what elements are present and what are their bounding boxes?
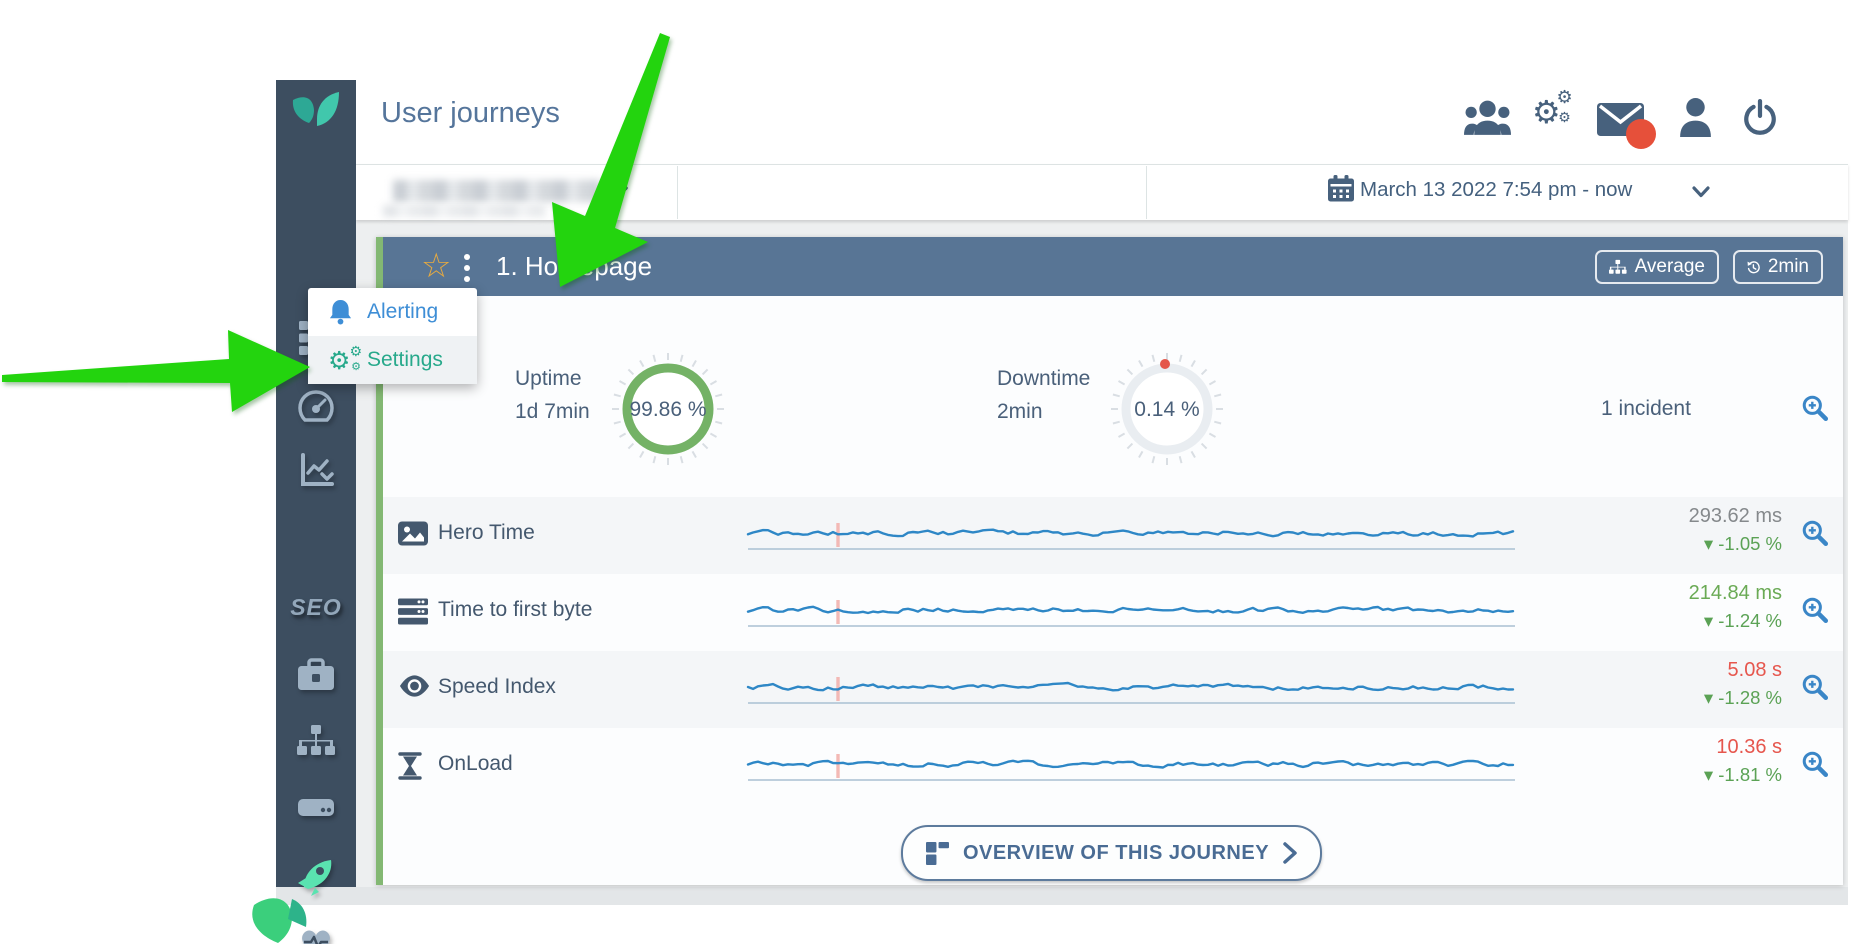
sidebar-item-seo[interactable]: SEO	[276, 594, 356, 621]
messages-icon[interactable]	[1597, 103, 1663, 154]
date-range-label[interactable]: March 13 2022 7:54 pm - now	[1360, 178, 1632, 202]
overview-journey-button[interactable]: OVERVIEW OF THIS JOURNEY	[901, 825, 1322, 881]
seo-label: SEO	[290, 594, 342, 621]
account-dropdown[interactable]	[380, 170, 640, 215]
server-icon	[398, 598, 428, 630]
metric-sparkline	[744, 659, 1519, 719]
zoom-incidents-icon[interactable]	[1801, 394, 1829, 427]
interval-button[interactable]: 2min	[1733, 250, 1823, 284]
zoom-metric-icon[interactable]	[1801, 596, 1829, 629]
history-icon	[1747, 257, 1760, 278]
sidebar-item-briefcase-icon[interactable]	[276, 658, 356, 692]
sidebar-item-sitemap-icon[interactable]	[276, 725, 356, 758]
divider	[677, 166, 678, 219]
favorite-star-icon[interactable]: ☆	[421, 246, 451, 286]
metric-value: 214.84 ms	[1596, 582, 1782, 605]
metric-delta: ▾ -1.81 %	[1596, 764, 1782, 786]
metric-row: Hero Time 293.62 ms ▾ -1.05 %	[383, 497, 1843, 574]
gears-icon: ⚙⚙⚙	[328, 348, 353, 373]
metric-delta: ▾ -1.24 %	[1596, 610, 1782, 632]
unread-badge	[1626, 119, 1656, 149]
metric-value: 5.08 s	[1596, 659, 1782, 682]
bottom-leaf-logo	[246, 889, 310, 944]
context-menu: Alerting ⚙⚙⚙ Settings	[308, 288, 477, 384]
metric-label: OnLoad	[438, 752, 513, 776]
chevron-down-icon	[608, 185, 628, 199]
metric-value: 10.36 s	[1596, 736, 1782, 759]
metric-sparkline	[744, 582, 1519, 642]
dashboard-icon	[926, 842, 949, 865]
sidebar-item-servers-icon[interactable]	[276, 794, 356, 820]
metric-label: Hero Time	[438, 521, 535, 545]
sitemap-icon	[1609, 258, 1627, 277]
metric-row: Speed Index 5.08 s ▾ -1.28 %	[383, 651, 1843, 728]
menu-item-settings-label: Settings	[367, 348, 443, 372]
page-background-bottom	[276, 887, 1848, 905]
team-icon[interactable]	[1464, 100, 1511, 140]
metric-delta: ▾ -1.05 %	[1596, 533, 1782, 555]
page-title: User journeys	[381, 97, 560, 130]
chevron-down-icon[interactable]	[1692, 186, 1710, 198]
uptime-percent: 99.86 %	[608, 398, 728, 422]
metric-label: Speed Index	[438, 675, 556, 699]
sidebar-item-reports-chart-icon[interactable]	[276, 453, 356, 489]
metric-value: 293.62 ms	[1596, 505, 1782, 528]
redacted-account-sub	[383, 205, 545, 217]
logout-power-icon[interactable]	[1742, 99, 1778, 142]
image-icon	[398, 521, 428, 551]
sidebar-item-speedometer-icon[interactable]	[276, 389, 356, 423]
incident-count: 1 incident	[1496, 397, 1796, 421]
metric-sparkline	[744, 736, 1519, 796]
menu-item-alerting-label: Alerting	[367, 300, 438, 324]
menu-item-settings[interactable]: ⚙⚙⚙ Settings	[308, 336, 477, 384]
hourglass-icon	[398, 752, 422, 785]
divider	[1146, 166, 1147, 219]
sidebar: SEO	[276, 80, 356, 887]
metric-delta: ▾ -1.28 %	[1596, 687, 1782, 709]
average-button[interactable]: Average	[1595, 250, 1719, 284]
arrow-to-settings	[2, 330, 310, 412]
downtime-label: Downtime2min	[997, 362, 1090, 428]
metric-sparkline	[744, 505, 1519, 565]
zoom-metric-icon[interactable]	[1801, 673, 1829, 706]
settings-gears-icon[interactable]: ⚙⚙⚙	[1532, 96, 1561, 128]
date-range-picker[interactable]	[1328, 175, 1354, 208]
downtime-marker-dot	[1160, 359, 1170, 369]
profile-icon[interactable]	[1678, 98, 1713, 142]
journey-panel: ☆ 1. Homepage Average 2min Uptime1d 7min	[376, 237, 1843, 885]
uptime-label: Uptime1d 7min	[515, 362, 590, 428]
metric-row: OnLoad 10.36 s ▾ -1.81 %	[383, 728, 1843, 805]
eye-icon	[398, 675, 431, 702]
zoom-metric-icon[interactable]	[1801, 519, 1829, 552]
kebab-menu-icon[interactable]	[464, 254, 470, 282]
zoom-metric-icon[interactable]	[1801, 750, 1829, 783]
chevron-right-icon	[1283, 842, 1297, 864]
downtime-percent: 0.14 %	[1107, 398, 1227, 422]
journey-title: 1. Homepage	[496, 251, 652, 282]
average-button-label: Average	[1635, 256, 1705, 278]
calendar-icon	[1328, 175, 1354, 203]
menu-item-alerting[interactable]: Alerting	[308, 288, 477, 336]
bell-icon	[328, 299, 353, 325]
overview-journey-label: OVERVIEW OF THIS JOURNEY	[963, 842, 1269, 865]
screenshot-canvas: SEO	[0, 0, 1860, 944]
metric-label: Time to first byte	[438, 598, 592, 622]
app-logo-leaves[interactable]	[276, 90, 356, 138]
metric-row: Time to first byte 214.84 ms ▾ -1.24 %	[383, 574, 1843, 651]
redacted-account-name	[393, 180, 600, 202]
interval-button-label: 2min	[1768, 256, 1809, 278]
